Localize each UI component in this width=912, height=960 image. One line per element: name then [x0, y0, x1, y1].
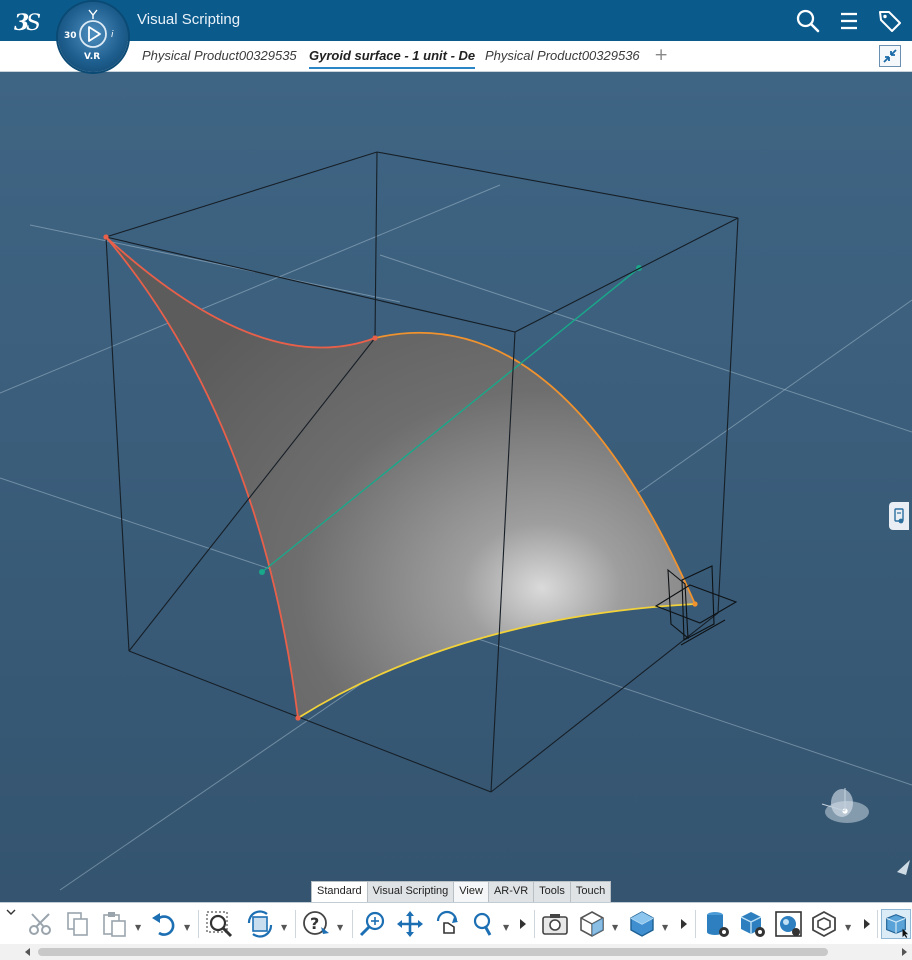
more-views-arrow-icon[interactable] — [679, 918, 689, 930]
axis-point-start[interactable] — [259, 569, 265, 575]
help-dropdown-icon[interactable]: ▼ — [337, 923, 343, 932]
vertex-point[interactable] — [103, 234, 109, 240]
undo-dropdown-icon[interactable]: ▼ — [184, 923, 190, 932]
cut-icon[interactable] — [26, 909, 56, 939]
toolbar-separator — [534, 910, 535, 938]
undo-icon[interactable] — [149, 909, 179, 939]
paste-icon[interactable] — [100, 909, 130, 939]
tab-standard[interactable]: Standard — [311, 881, 368, 903]
paste-dropdown-icon[interactable]: ▼ — [135, 923, 141, 932]
side-panel-handle[interactable] — [889, 502, 909, 530]
hexagon-icon[interactable] — [809, 909, 839, 939]
horizontal-scrollbar[interactable] — [0, 944, 912, 960]
rotate-icon[interactable] — [245, 909, 275, 939]
more-render-arrow-icon[interactable] — [862, 918, 872, 930]
view-mode-icon[interactable] — [577, 909, 607, 939]
zoom-dropdown-icon[interactable]: ▼ — [503, 923, 509, 932]
compass-icon: 30 V.R i — [64, 9, 114, 62]
vertex-point[interactable] — [692, 601, 698, 607]
collapse-button[interactable] — [879, 45, 901, 67]
compass-i-label: i — [111, 30, 114, 40]
chevron-down-icon[interactable] — [5, 907, 17, 917]
toolbar-separator — [695, 910, 696, 938]
render-settings-icon[interactable] — [738, 909, 768, 939]
toolbar-separator — [295, 910, 296, 938]
view-mode-dropdown-icon[interactable]: ▼ — [612, 923, 618, 932]
tab-tools[interactable]: Tools — [533, 881, 571, 903]
tab-gyroid-surface[interactable]: Gyroid surface - 1 unit - De — [309, 48, 475, 69]
toolbar-separator — [352, 910, 353, 938]
zoom-icon[interactable] — [358, 909, 388, 939]
tab-view[interactable]: View — [453, 881, 489, 903]
vertex-point[interactable] — [372, 335, 378, 341]
scroll-right-icon[interactable] — [900, 948, 908, 956]
app-title: Visual Scripting — [137, 11, 241, 28]
tab-visual-scripting[interactable]: Visual Scripting — [366, 881, 455, 903]
toolbar-separator — [877, 910, 878, 938]
panel-handle-icon — [894, 508, 904, 524]
title-bar: 3 S Visual Scripting — [0, 0, 912, 41]
zoom-area-icon[interactable] — [204, 909, 234, 939]
collapse-icon — [883, 49, 897, 63]
copy-icon[interactable] — [63, 909, 93, 939]
more-tools-arrow-icon[interactable] — [518, 918, 528, 930]
cube-icon[interactable] — [627, 909, 657, 939]
action-bar-tabs: Standard Visual Scripting View AR-VR Too… — [311, 881, 612, 903]
tab-physical-product-35[interactable]: Physical Product00329535 — [142, 48, 302, 63]
compass-vr-label: V.R — [84, 52, 100, 62]
display-options-icon[interactable] — [881, 909, 911, 939]
scrollbar-thumb[interactable] — [38, 948, 828, 956]
tag-icon[interactable] — [877, 8, 903, 34]
cube-dropdown-icon[interactable]: ▼ — [662, 923, 668, 932]
pan-icon[interactable] — [395, 909, 425, 939]
search-icon[interactable] — [795, 8, 821, 34]
tab-ar-vr[interactable]: AR-VR — [487, 881, 535, 903]
database-icon[interactable] — [702, 909, 732, 939]
action-bar: ▼ ▼ ▼ ? ▼ ▼ ▼ ▼ ▼ — [0, 902, 912, 945]
toolbar-separator — [198, 910, 199, 938]
capture-icon[interactable] — [540, 909, 570, 939]
compass-widget[interactable]: 30 V.R i — [58, 2, 128, 72]
document-tab-bar: Physical Product00329535 Gyroid surface … — [0, 41, 912, 72]
3d-viewport[interactable] — [0, 72, 912, 902]
hexagon-dropdown-icon[interactable]: ▼ — [845, 923, 851, 932]
vertex-point[interactable] — [295, 715, 301, 721]
tab-physical-product-36[interactable]: Physical Product00329536 — [485, 48, 650, 63]
tab-touch[interactable]: Touch — [569, 881, 612, 903]
help-icon[interactable]: ? — [301, 909, 331, 939]
svg-text:S: S — [26, 11, 41, 36]
zoom-in-out-icon[interactable] — [468, 909, 498, 939]
menu-icon[interactable] — [836, 8, 862, 34]
compass-30-label: 30 — [64, 31, 77, 41]
rotate-view-icon[interactable] — [432, 909, 462, 939]
rotate-dropdown-icon[interactable]: ▼ — [281, 923, 287, 932]
scroll-left-icon[interactable] — [24, 948, 32, 956]
ds-logo-icon: 3 S — [14, 10, 41, 36]
add-tab-button[interactable]: + — [654, 45, 668, 65]
svg-text:?: ? — [310, 914, 319, 933]
ambiance-icon[interactable] — [774, 909, 804, 939]
